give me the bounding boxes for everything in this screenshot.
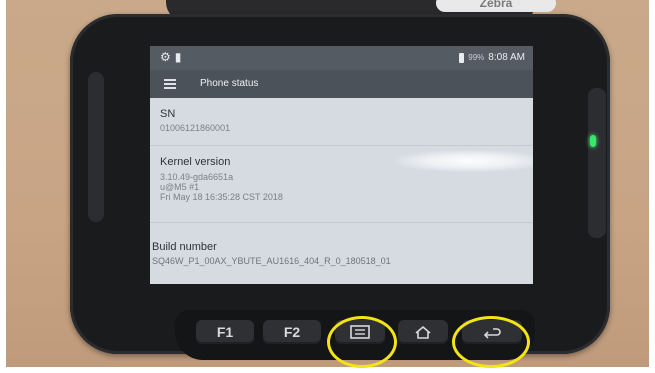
battery-icon [459, 52, 465, 63]
list-item-title: Kernel version [160, 156, 231, 168]
clock: 8:08 AM [488, 52, 525, 63]
kernel-line-2: u@M5 #1 [160, 182, 200, 192]
home-key[interactable] [398, 320, 448, 344]
highlight-ring-menu [327, 316, 397, 368]
settings-icon: ⚙ [160, 50, 171, 64]
side-bumper-right [588, 88, 606, 238]
list-item-title: SN [160, 108, 176, 120]
status-list: SN 01006121860001 Kernel version 3.10.49… [150, 98, 533, 283]
hamburger-menu-icon[interactable] [164, 79, 176, 89]
f2-key[interactable]: F2 [263, 320, 321, 344]
status-led [590, 135, 596, 147]
home-icon [415, 325, 431, 339]
strap-label: Zebra [436, 0, 556, 12]
list-item-sn[interactable]: SN 01006121860001 [150, 98, 533, 146]
kernel-line-3: Fri May 18 16:35:28 CST 2018 [160, 192, 283, 202]
list-item-build-number[interactable]: Build number SQ46W_P1_00AX_YBUTE_AU1616_… [150, 223, 533, 283]
page-title: Phone status [200, 78, 259, 89]
battery-level: 99% [468, 53, 485, 62]
screen-glare [395, 150, 533, 172]
status-bar: ⚙ ▮ 99% 8:08 AM [150, 46, 533, 70]
kernel-line-1: 3.10.49-gda6651a [160, 172, 234, 182]
list-item-kernel-version[interactable]: Kernel version 3.10.49-gda6651a u@M5 #1 … [150, 146, 533, 223]
sim-card-icon: ▮ [174, 50, 182, 64]
side-bumper-left [88, 72, 104, 222]
f1-key[interactable]: F1 [196, 320, 254, 344]
list-item-title: Build number [152, 241, 217, 253]
list-item-value: SQ46W_P1_00AX_YBUTE_AU1616_404_R_0_18051… [152, 256, 391, 266]
screen: ⚙ ▮ 99% 8:08 AM Phone status SN 01006121… [150, 46, 533, 284]
highlight-ring-back [452, 316, 530, 368]
list-item-value: 3.10.49-gda6651a u@M5 #1 Fri May 18 16:3… [160, 172, 283, 202]
app-bar: Phone status [150, 70, 533, 98]
list-item-value: 01006121860001 [160, 123, 231, 133]
